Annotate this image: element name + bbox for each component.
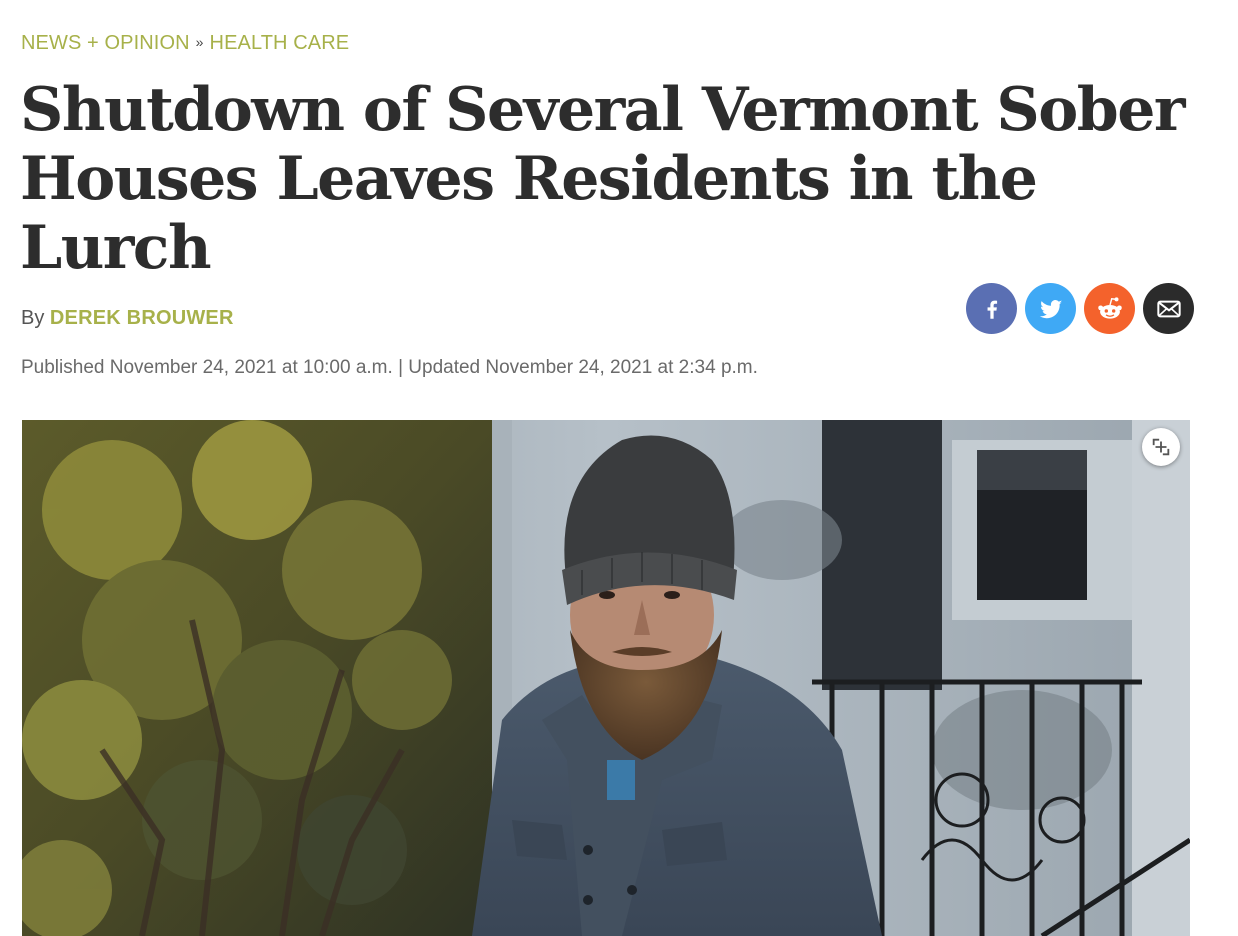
reddit-share-button[interactable] xyxy=(1084,283,1135,334)
hero-photo xyxy=(22,420,1190,936)
publish-dates: Published November 24, 2021 at 10:00 a.m… xyxy=(21,357,758,378)
author-link[interactable]: DEREK BROUWER xyxy=(50,307,234,329)
article-page: NEWS + OPINION » HEALTH CARE Shutdown of S… xyxy=(0,0,1238,936)
hero-image[interactable] xyxy=(22,420,1190,936)
expand-image-button[interactable] xyxy=(1142,428,1180,466)
byline: By DEREK BROUWER xyxy=(21,307,234,330)
twitter-share-button[interactable] xyxy=(1025,283,1076,334)
byline-prefix: By xyxy=(21,307,45,329)
email-icon xyxy=(1156,300,1181,317)
breadcrumb-separator: » xyxy=(195,34,204,50)
breadcrumb-health-care-link[interactable]: HEALTH CARE xyxy=(210,32,350,54)
email-share-button[interactable] xyxy=(1143,283,1194,334)
breadcrumb: NEWS + OPINION » HEALTH CARE xyxy=(21,32,349,55)
article-title: Shutdown of Several Vermont Sober Houses… xyxy=(20,75,1186,283)
share-buttons xyxy=(966,283,1194,334)
facebook-icon xyxy=(987,300,997,319)
expand-icon xyxy=(1152,438,1170,456)
twitter-icon xyxy=(1039,299,1062,318)
facebook-share-button[interactable] xyxy=(966,283,1017,334)
reddit-icon xyxy=(1097,296,1122,319)
breadcrumb-news-opinion-link[interactable]: NEWS + OPINION xyxy=(21,32,190,54)
